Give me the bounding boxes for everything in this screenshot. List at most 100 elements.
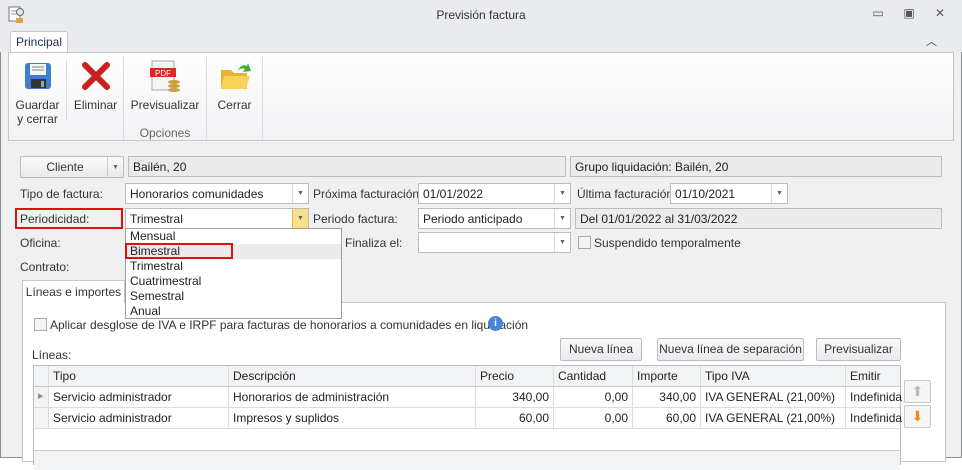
close-button[interactable]: ✕ (930, 6, 950, 24)
option-anual[interactable]: Anual (126, 304, 341, 319)
delete-button[interactable]: Eliminar (68, 56, 123, 126)
ultima-facturacion-combo[interactable]: 01/10/2021 ▼ (670, 183, 788, 204)
header-tipo[interactable]: Tipo (49, 366, 229, 386)
table-row[interactable]: ▶ Servicio administrador Honorarios de a… (34, 387, 902, 408)
proxima-label: Próxima facturación: (313, 187, 423, 201)
pdf-icon: PDF (149, 60, 181, 92)
cell-importe[interactable]: 60,00 (633, 408, 701, 428)
tab-lineas-importes[interactable]: Líneas e importes (22, 280, 125, 303)
grid-header: Tipo Descripción Precio Cantidad Importe… (34, 366, 900, 387)
divider (66, 60, 67, 120)
cell-importe[interactable]: 340,00 (633, 387, 701, 407)
delete-label: Eliminar (73, 98, 118, 112)
previsualizar-button[interactable]: Previsualizar (816, 338, 901, 361)
cell-tipo-iva[interactable]: IVA GENERAL (21,00%) (701, 387, 846, 407)
periodo-value: Periodo anticipado (423, 212, 523, 226)
cell-descripcion[interactable]: Honorarios de administración (229, 387, 476, 407)
tab-principal[interactable]: Principal (10, 31, 68, 53)
chevron-down-icon[interactable]: ▼ (554, 209, 570, 228)
lineas-grid: Tipo Descripción Precio Cantidad Importe… (33, 365, 902, 470)
delete-x-icon (80, 60, 112, 92)
chevron-down-icon[interactable]: ▼ (292, 184, 308, 203)
chevron-down-icon[interactable]: ▼ (554, 184, 570, 203)
nueva-linea-button[interactable]: Nueva línea (560, 338, 642, 361)
header-tipo-iva[interactable]: Tipo IVA (701, 366, 846, 386)
window-title: Previsión factura (436, 8, 526, 22)
cliente-button[interactable]: Cliente ▼ (20, 156, 124, 178)
tipo-factura-value: Honorarios comunidades (130, 187, 264, 201)
save-close-button[interactable]: Guardar y cerrar (10, 56, 65, 126)
header-emitir[interactable]: Emitir (846, 366, 902, 386)
option-semestral[interactable]: Semestral (126, 289, 341, 304)
desglose-checkbox[interactable] (34, 318, 47, 331)
row-indicator (34, 408, 49, 428)
periodo-range-field: Del 01/01/2022 al 31/03/2022 (575, 208, 942, 229)
header-descripcion[interactable]: Descripción (229, 366, 476, 386)
table-row[interactable]: Servicio administrador Impresos y suplid… (34, 408, 902, 429)
header-importe[interactable]: Importe (633, 366, 701, 386)
save-label-1: Guardar (15, 98, 60, 112)
finaliza-label: Finaliza el: (345, 236, 403, 250)
periodo-label: Periodo factura: (313, 212, 398, 226)
close-form-button[interactable]: Cerrar (207, 56, 262, 126)
contrato-label: Contrato: (20, 260, 70, 274)
lineas-label: Líneas: (32, 348, 72, 362)
maximize-button[interactable]: ▣ (899, 6, 919, 24)
option-cuatrimestral[interactable]: Cuatrimestral (126, 274, 341, 289)
cell-precio[interactable]: 60,00 (476, 408, 554, 428)
preview-button[interactable]: PDF Previsualizar (124, 56, 206, 126)
oficina-label: Oficina: (20, 236, 61, 250)
cell-precio[interactable]: 340,00 (476, 387, 554, 407)
save-label-2: y cerrar (17, 112, 58, 126)
proxima-facturacion-combo[interactable]: 01/01/2022 ▼ (418, 183, 571, 204)
desglose-label: Aplicar desglose de IVA e IRPF para fact… (50, 318, 529, 332)
periodicidad-dropdown-list: Mensual Bimestral Trimestral Cuatrimestr… (125, 228, 342, 319)
periodicidad-label: Periodicidad: (20, 212, 90, 226)
periodo-factura-combo[interactable]: Periodo anticipado ▼ (418, 208, 571, 229)
chevron-down-icon[interactable]: ▼ (771, 184, 787, 203)
move-up-arrow-icon[interactable]: ⬆ (904, 380, 931, 403)
proxima-value: 01/01/2022 (423, 187, 484, 201)
chevron-down-icon[interactable]: ▼ (292, 209, 308, 228)
info-icon[interactable]: i (488, 316, 503, 331)
cell-emitir[interactable]: Indefinida (846, 408, 902, 428)
suspendido-checkbox[interactable] (578, 236, 591, 249)
header-precio[interactable]: Precio (476, 366, 554, 386)
cell-tipo[interactable]: Servicio administrador (49, 387, 229, 407)
folder-arrow-icon (219, 60, 251, 92)
chevron-down-icon[interactable]: ▼ (107, 157, 123, 178)
option-trimestral[interactable]: Trimestral (126, 259, 341, 274)
highlight-box (125, 243, 233, 259)
grid-footer (34, 450, 900, 470)
move-down-arrow-icon[interactable]: ⬇ (904, 405, 931, 428)
cell-descripcion[interactable]: Impresos y suplidos (229, 408, 476, 428)
cell-cantidad[interactable]: 0,00 (554, 387, 633, 407)
periodicidad-combo[interactable]: Trimestral ▼ (125, 208, 309, 229)
cell-cantidad[interactable]: 0,00 (554, 408, 633, 428)
cell-tipo-iva[interactable]: IVA GENERAL (21,00%) (701, 408, 846, 428)
cliente-label: Cliente (46, 160, 84, 174)
collapse-ribbon-icon[interactable]: ︿ (926, 33, 937, 49)
nueva-separacion-button[interactable]: Nueva línea de separación (657, 338, 804, 361)
cliente-field: Bailén, 20 (128, 156, 566, 177)
row-indicator-icon: ▶ (34, 387, 49, 407)
close-label: Cerrar (217, 98, 252, 112)
suspendido-label: Suspendido temporalmente (594, 236, 741, 250)
finaliza-combo[interactable]: ▼ (418, 232, 571, 253)
tipo-factura-combo[interactable]: Honorarios comunidades ▼ (125, 183, 309, 204)
ribbon-tabstrip (0, 30, 962, 52)
cell-emitir[interactable]: Indefinida (846, 387, 902, 407)
header-cantidad[interactable]: Cantidad (554, 366, 633, 386)
chevron-down-icon[interactable]: ▼ (554, 233, 570, 252)
preview-label: Previsualizar (130, 98, 200, 112)
svg-text:PDF: PDF (155, 69, 171, 78)
divider (262, 56, 263, 140)
grupo-liquidacion-field: Grupo liquidación: Bailén, 20 (570, 156, 942, 177)
option-mensual[interactable]: Mensual (126, 229, 341, 244)
floppy-disk-icon (22, 60, 54, 92)
ultima-value: 01/10/2021 (675, 187, 736, 201)
ribbon-group-label: Opciones (139, 126, 191, 140)
minimize-button[interactable]: ▭ (868, 6, 888, 24)
ultima-label: Última facturación: (577, 187, 677, 201)
cell-tipo[interactable]: Servicio administrador (49, 408, 229, 428)
